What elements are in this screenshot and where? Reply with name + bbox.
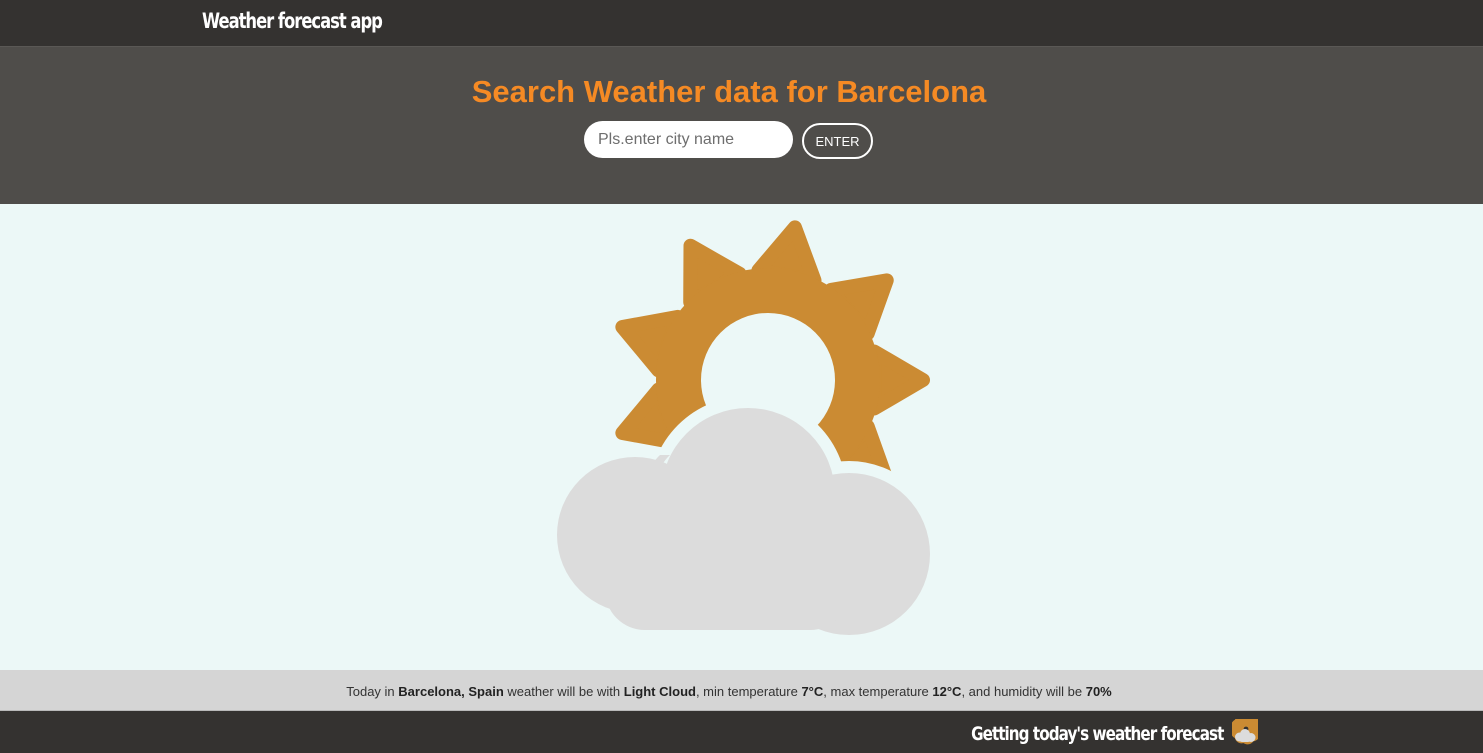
weather-summary-bar: Today in Barcelona, Spain weather will b…: [0, 670, 1483, 711]
summary-min-temp: 7°C: [801, 684, 824, 699]
summary-max-temp: 12°C: [932, 684, 962, 699]
weather-display: [0, 204, 1483, 670]
top-navbar: Weather forecast app: [0, 0, 1483, 47]
enter-button[interactable]: ENTER: [802, 123, 873, 159]
summary-city: Barcelona,: [398, 684, 465, 699]
summary-condition: Light Cloud: [623, 684, 696, 699]
footer-text: Getting today's weather forecast: [970, 723, 1224, 745]
footer: Getting today's weather forecast: [0, 711, 1483, 753]
city-search-input[interactable]: [584, 121, 793, 158]
weather-summary-text: Today in Barcelona, Spain weather will b…: [346, 684, 1112, 699]
search-heading: Search Weather data for Barcelona: [471, 74, 987, 109]
partly-cloudy-icon: [1232, 719, 1258, 745]
partly-cloudy-icon: [545, 220, 942, 640]
summary-country: Spain: [468, 684, 504, 699]
search-section: Search Weather data for Barcelona ENTER: [0, 47, 1483, 204]
summary-humidity: 70%: [1085, 684, 1112, 699]
app-title[interactable]: Weather forecast app: [202, 9, 383, 33]
